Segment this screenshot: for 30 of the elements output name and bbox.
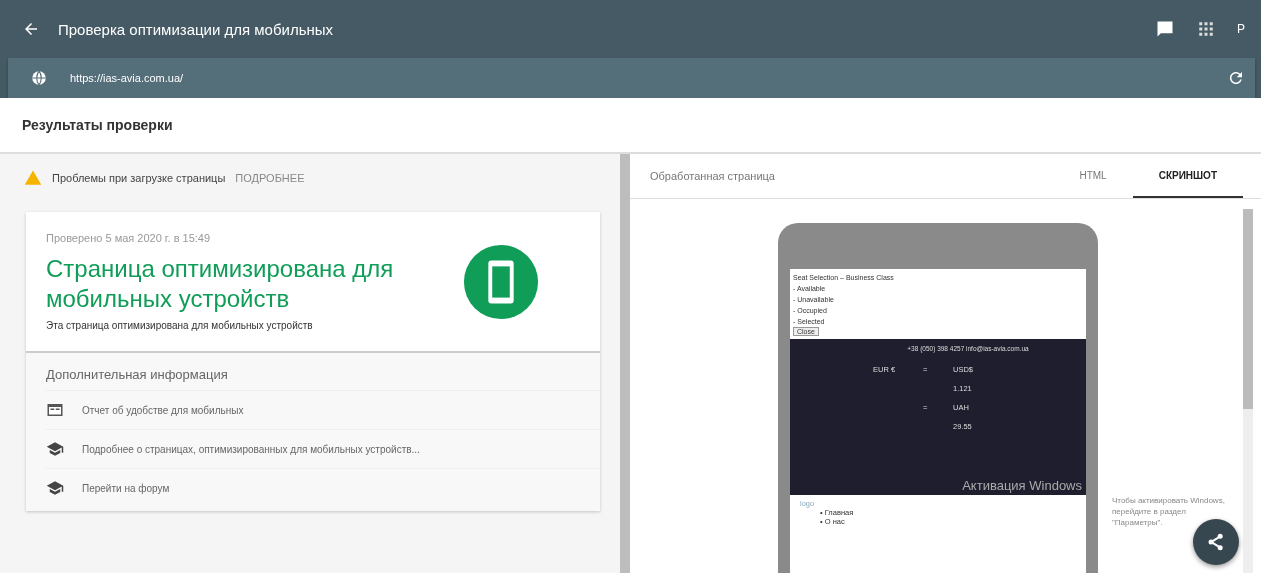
graduation-cap-icon [46, 479, 64, 497]
refresh-icon[interactable] [1227, 69, 1245, 87]
result-title: Страница оптимизирована для мобильных устройств [46, 254, 395, 314]
section-title: Дополнительная информация [46, 367, 229, 382]
share-icon [1206, 532, 1226, 552]
account-avatar[interactable]: P [1237, 22, 1245, 36]
share-button[interactable] [1193, 519, 1239, 565]
details-link[interactable]: ПОДРОБНЕЕ [235, 172, 305, 184]
apps-icon[interactable] [1197, 20, 1215, 38]
phone-icon [462, 242, 540, 321]
resource-link[interactable]: Подробнее о страницах, оптимизированных для мобильных устройств... [46, 429, 600, 468]
result-description: Эта страница оптимизирована для мобильных устройств [46, 320, 314, 331]
scrollbar-thumb[interactable] [1243, 209, 1253, 409]
issues-text: Проблемы при загрузке страницы [52, 172, 226, 184]
globe-icon [30, 69, 48, 87]
panel-title: Обработанная страница [650, 170, 775, 182]
resource-link[interactable]: Отчет об удобстве для мобильных [46, 390, 600, 429]
app-title: Проверка оптимизации для мобильных [58, 20, 334, 38]
resource-link[interactable]: Перейти на форум [46, 468, 600, 507]
checked-date: Проверено 5 мая 2020 г. в 15:49 [46, 232, 212, 244]
activation-note: Чтобы активировать Windows, перейдите в раздел "Параметры". [1112, 495, 1226, 528]
activation-title: Активация Windows [962, 478, 1082, 493]
results-title: Результаты проверки [22, 117, 173, 133]
view-tab[interactable]: HTML [1053, 154, 1133, 198]
url-field[interactable]: https://ias-avia.com.ua/ [8, 58, 1255, 98]
report-icon [46, 401, 64, 419]
view-tab[interactable]: СКРИНШОТ [1132, 154, 1243, 198]
graduation-cap-icon [46, 440, 64, 458]
feedback-icon[interactable] [1155, 19, 1175, 39]
warning-icon [24, 169, 42, 187]
